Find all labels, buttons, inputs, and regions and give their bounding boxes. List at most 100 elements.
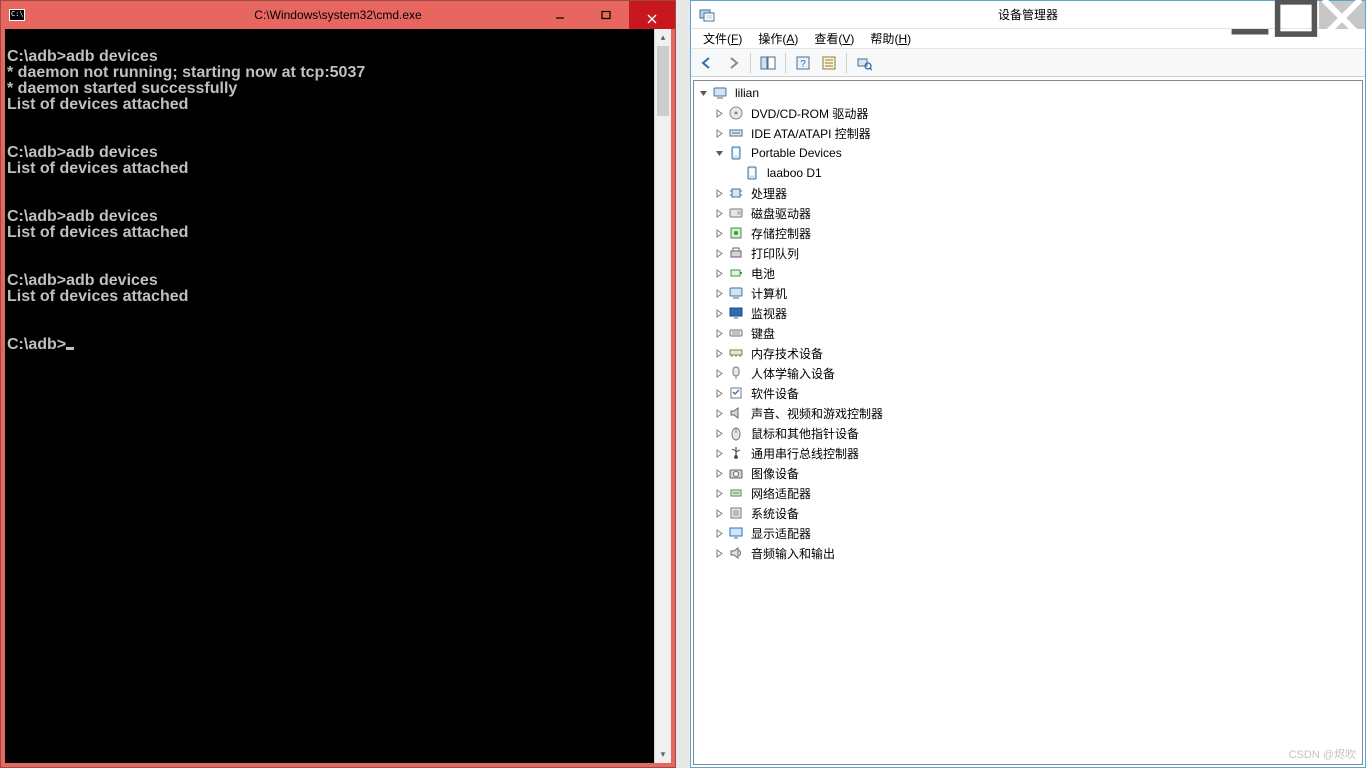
tree-display-adapters[interactable]: 显示适配器 <box>694 523 1362 543</box>
tree-node-label: 计算机 <box>748 284 790 303</box>
audio-icon <box>728 405 744 421</box>
tree-batteries[interactable]: 电池 <box>694 263 1362 283</box>
cmd-scrollbar[interactable]: ▴ ▾ <box>654 29 671 763</box>
expand-icon[interactable] <box>714 208 728 219</box>
portable-icon <box>728 145 744 161</box>
expand-icon[interactable] <box>714 128 728 139</box>
expand-icon[interactable] <box>714 368 728 379</box>
expand-icon[interactable] <box>714 488 728 499</box>
menu-action[interactable]: 操作(A) <box>750 28 806 49</box>
tree-device-laaboo-d1[interactable]: laaboo D1 <box>694 163 1362 183</box>
tree-node-label: DVD/CD-ROM 驱动器 <box>748 104 871 123</box>
cmd-minimize-button[interactable] <box>537 1 583 29</box>
cmd-app-icon <box>9 9 25 21</box>
tree-dvd-cdrom[interactable]: DVD/CD-ROM 驱动器 <box>694 103 1362 123</box>
tree-ide-atapi[interactable]: IDE ATA/ATAPI 控制器 <box>694 123 1362 143</box>
cmd-output-area[interactable]: C:\adb>adb devices * daemon not running;… <box>5 29 654 763</box>
tree-usb-controllers[interactable]: 通用串行总线控制器 <box>694 443 1362 463</box>
storage-icon <box>728 225 744 241</box>
toolbar-show-hide-tree-button[interactable] <box>756 51 780 75</box>
tree-disk-drives[interactable]: 磁盘驱动器 <box>694 203 1362 223</box>
ide-icon <box>728 125 744 141</box>
expand-icon[interactable] <box>714 428 728 439</box>
expand-icon[interactable] <box>714 308 728 319</box>
tree-node-label: 处理器 <box>748 184 790 203</box>
cmd-close-button[interactable] <box>629 1 675 29</box>
toolbar-separator <box>846 53 847 73</box>
tree-software-devices[interactable]: 软件设备 <box>694 383 1362 403</box>
tree-imaging-devices[interactable]: 图像设备 <box>694 463 1362 483</box>
expand-icon[interactable] <box>714 328 728 339</box>
tree-node-label: 键盘 <box>748 324 778 343</box>
collapse-icon[interactable] <box>714 148 728 159</box>
cmd-titlebar[interactable]: C:\Windows\system32\cmd.exe <box>1 1 675 29</box>
tree-node-label: 系统设备 <box>748 504 802 523</box>
menu-view[interactable]: 查看(V) <box>806 28 862 49</box>
tree-node-label: 监视器 <box>748 304 790 323</box>
computer-icon <box>712 85 728 101</box>
tree-node-label: Portable Devices <box>748 145 845 161</box>
scroll-up-arrow-icon[interactable]: ▴ <box>655 29 671 46</box>
tree-keyboards[interactable]: 键盘 <box>694 323 1362 343</box>
system-icon <box>728 505 744 521</box>
scroll-thumb[interactable] <box>657 46 669 116</box>
menu-file[interactable]: 文件(F) <box>695 28 750 49</box>
tree-node-label: 打印队列 <box>748 244 802 263</box>
expand-icon[interactable] <box>714 388 728 399</box>
disc-icon <box>728 105 744 121</box>
tree-portable-devices[interactable]: Portable Devices <box>694 143 1362 163</box>
toolbar-back-button[interactable] <box>695 51 719 75</box>
portable-icon <box>744 165 760 181</box>
expand-icon[interactable] <box>714 468 728 479</box>
device-tree[interactable]: lilian DVD/CD-ROM 驱动器IDE ATA/ATAPI 控制器 Por… <box>693 80 1363 765</box>
svg-text:?: ? <box>800 59 806 70</box>
tree-storage-controllers[interactable]: 存储控制器 <box>694 223 1362 243</box>
toolbar-scan-hardware-button[interactable] <box>852 51 876 75</box>
expand-icon[interactable] <box>714 348 728 359</box>
tree-computer-category[interactable]: 计算机 <box>694 283 1362 303</box>
tree-processors[interactable]: 处理器 <box>694 183 1362 203</box>
expand-icon[interactable] <box>714 408 728 419</box>
hid-icon <box>728 365 744 381</box>
dm-titlebar[interactable]: 设备管理器 <box>691 1 1365 29</box>
collapse-icon[interactable] <box>698 88 712 99</box>
tree-node-label: 电池 <box>748 264 778 283</box>
expand-icon[interactable] <box>714 228 728 239</box>
toolbar-help-button[interactable]: ? <box>791 51 815 75</box>
tree-print-queues[interactable]: 打印队列 <box>694 243 1362 263</box>
expand-icon[interactable] <box>714 188 728 199</box>
expand-icon[interactable] <box>714 288 728 299</box>
expand-icon[interactable] <box>714 548 728 559</box>
display-icon <box>728 525 744 541</box>
tree-root-computer[interactable]: lilian <box>694 83 1362 103</box>
expand-icon[interactable] <box>714 448 728 459</box>
tree-memory-tech[interactable]: 内存技术设备 <box>694 343 1362 363</box>
cmd-cursor <box>66 347 74 350</box>
tree-node-label: lilian <box>732 85 762 101</box>
tree-mice-pointing[interactable]: 鼠标和其他指针设备 <box>694 423 1362 443</box>
tree-network-adapters[interactable]: 网络适配器 <box>694 483 1362 503</box>
toolbar-properties-button[interactable] <box>817 51 841 75</box>
tree-audio-io[interactable]: 音频输入和输出 <box>694 543 1362 563</box>
cmd-output-text: C:\adb>adb devices * daemon not running;… <box>7 48 365 305</box>
tree-node-label: 音频输入和输出 <box>748 544 838 563</box>
battery-icon <box>728 265 744 281</box>
expand-icon[interactable] <box>714 268 728 279</box>
toolbar-forward-button[interactable] <box>721 51 745 75</box>
cmd-maximize-button[interactable] <box>583 1 629 29</box>
menu-help[interactable]: 帮助(H) <box>862 28 919 49</box>
scroll-down-arrow-icon[interactable]: ▾ <box>655 746 671 763</box>
tree-sound-video-game[interactable]: 声音、视频和游戏控制器 <box>694 403 1362 423</box>
tree-monitors[interactable]: 监视器 <box>694 303 1362 323</box>
expand-icon[interactable] <box>714 108 728 119</box>
expand-icon[interactable] <box>714 528 728 539</box>
expand-icon[interactable] <box>714 248 728 259</box>
tree-node-label: 存储控制器 <box>748 224 814 243</box>
tree-node-label: 网络适配器 <box>748 484 814 503</box>
expand-icon[interactable] <box>714 508 728 519</box>
tree-node-label: 通用串行总线控制器 <box>748 444 862 463</box>
keyboard-icon <box>728 325 744 341</box>
tree-hid[interactable]: 人体学输入设备 <box>694 363 1362 383</box>
tree-system-devices[interactable]: 系统设备 <box>694 503 1362 523</box>
device-manager-window: 设备管理器 文件(F) 操作(A) 查看(V) 帮助(H) ? lili <box>690 0 1366 768</box>
